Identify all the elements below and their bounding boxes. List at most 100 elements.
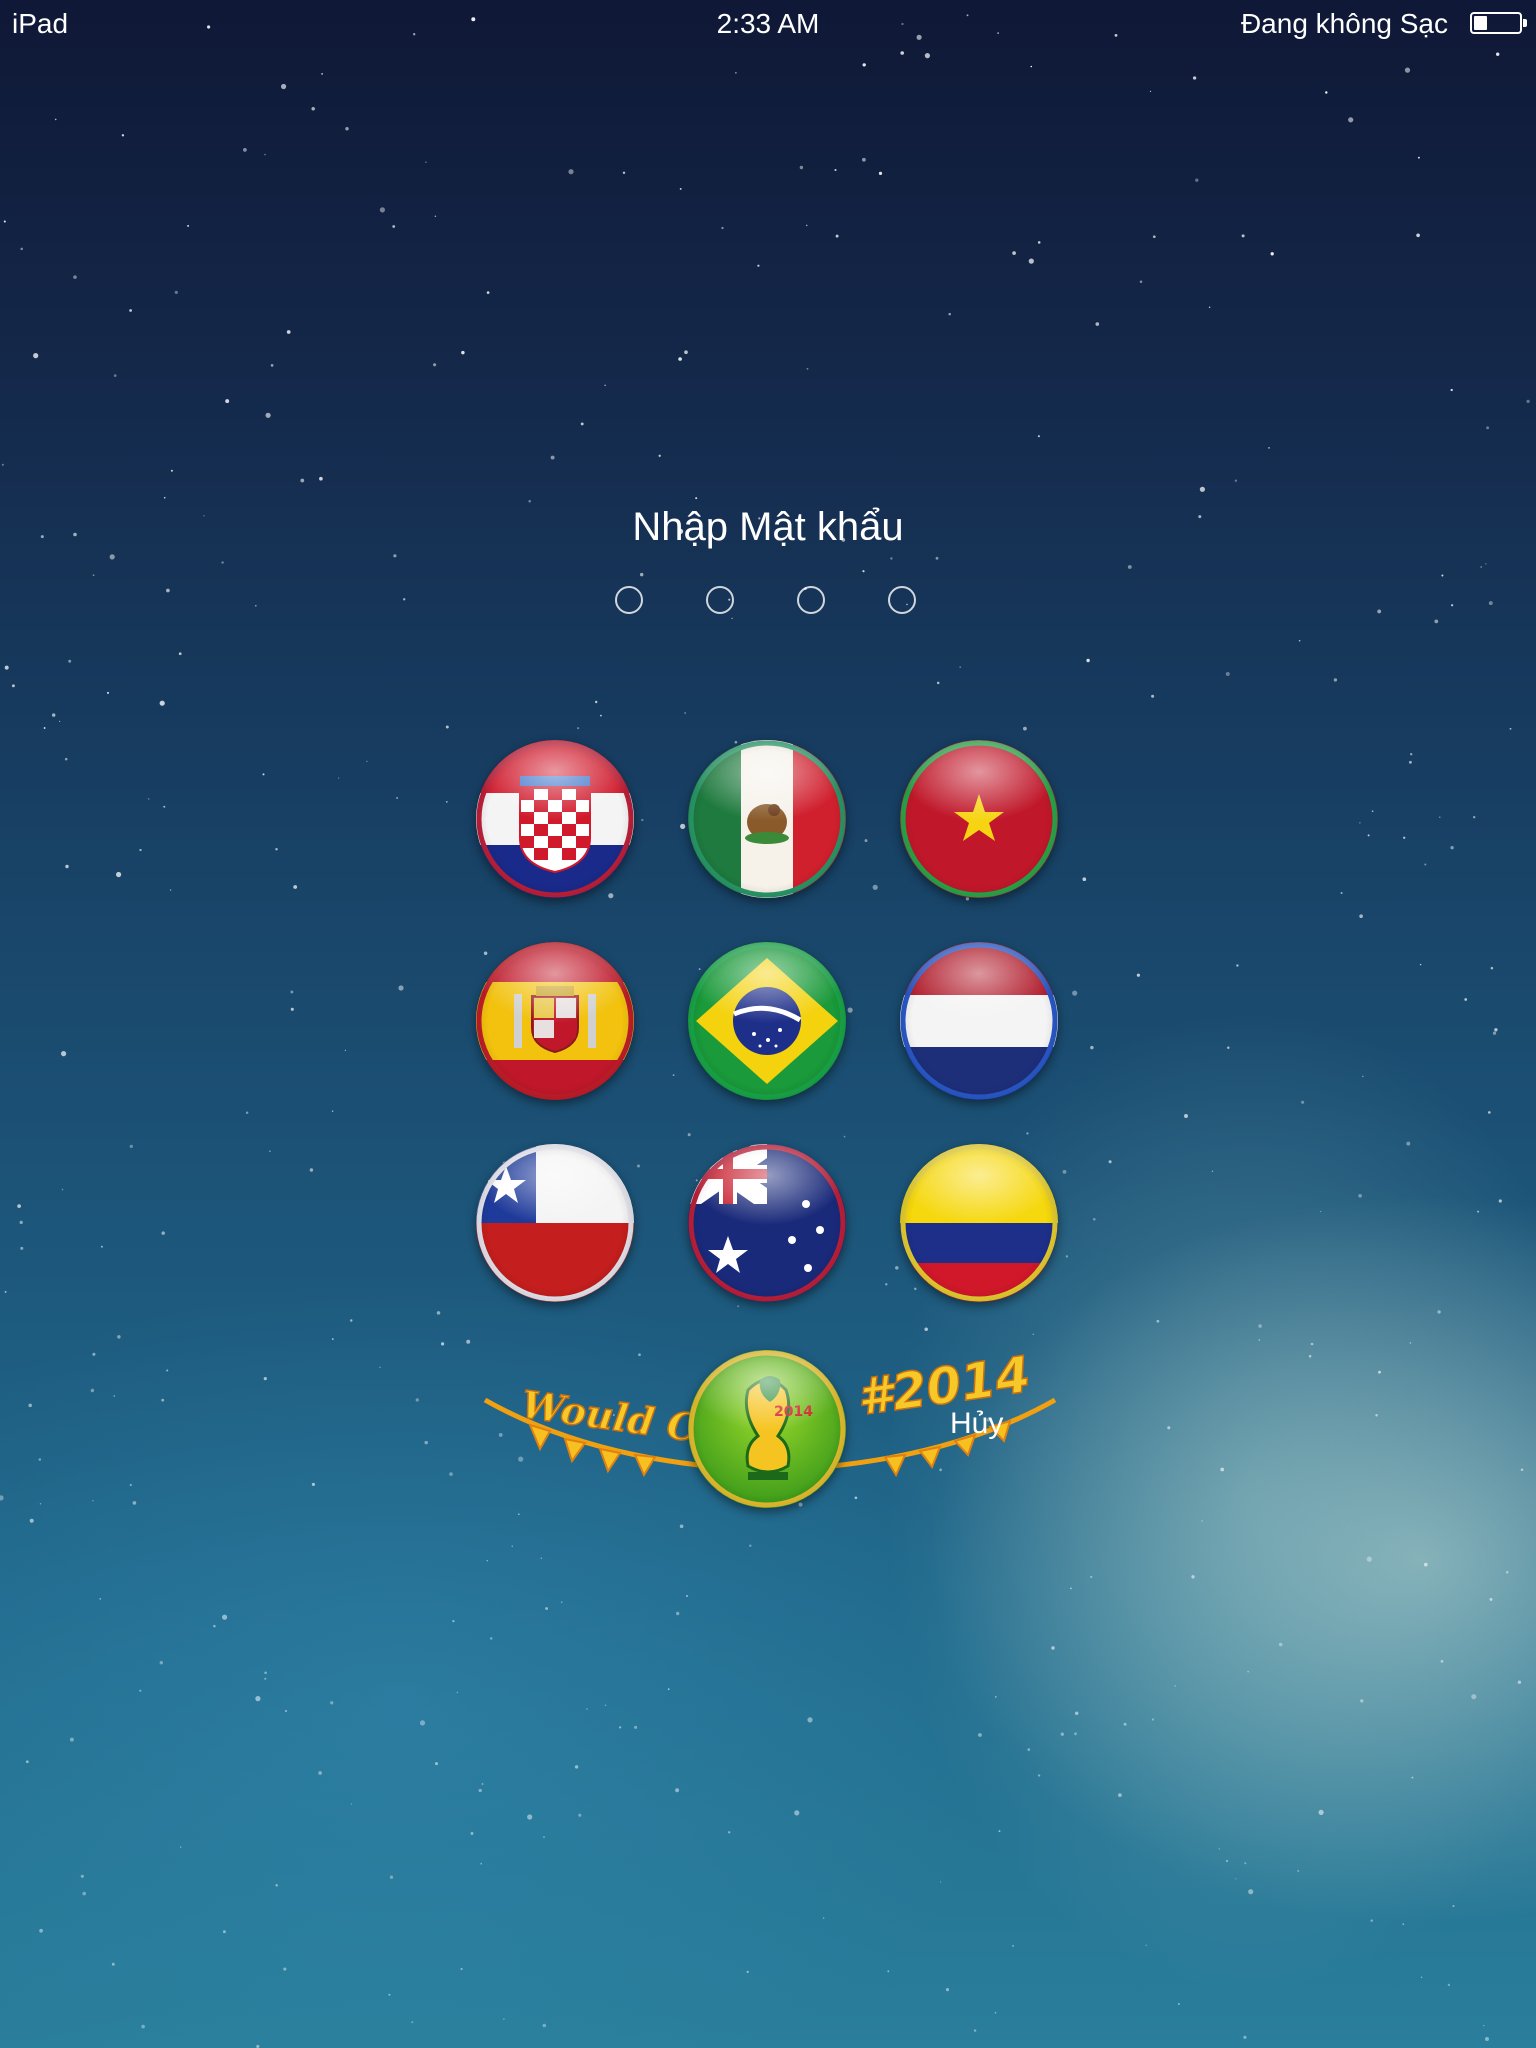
star [540, 1557, 543, 1559]
star [419, 1720, 426, 1726]
star [994, 1696, 997, 1698]
key-5-brazil-flag[interactable] [688, 942, 846, 1100]
star [425, 161, 427, 163]
key-0-world-cup-logo[interactable]: 2014 [688, 1350, 846, 1508]
star [1434, 619, 1439, 624]
key-6-netherlands-flag[interactable] [900, 942, 1058, 1100]
star [113, 374, 117, 377]
star [379, 207, 385, 213]
star [872, 884, 878, 890]
star [4, 1290, 7, 1293]
star [1037, 241, 1041, 244]
passcode-dot [797, 586, 825, 614]
star [309, 1168, 314, 1172]
star [132, 1501, 137, 1505]
passcode-dots [615, 586, 921, 618]
star [90, 1388, 95, 1393]
star [393, 554, 397, 558]
star [161, 1398, 165, 1402]
star [3, 220, 6, 223]
star [1419, 963, 1422, 966]
star [1174, 1685, 1177, 1687]
star [1258, 1339, 1261, 1341]
cancel-button[interactable]: Hủy [950, 1407, 1003, 1441]
star [179, 1846, 182, 1848]
star [392, 225, 396, 228]
star [1027, 1748, 1031, 1751]
star [1227, 1046, 1230, 1049]
key-8-australia-flag[interactable] [688, 1144, 846, 1302]
key-2-mexico-flag[interactable] [688, 740, 846, 898]
star [1093, 1218, 1096, 1221]
star [1404, 67, 1411, 73]
star [58, 720, 61, 723]
star [1258, 1324, 1262, 1328]
star [139, 848, 142, 852]
star [39, 1928, 43, 1933]
world-cup-emblem-year: 2014 [774, 1404, 813, 1420]
star [973, 2029, 977, 2032]
star [1310, 1342, 1314, 1346]
star [543, 1836, 545, 1838]
star [1409, 1342, 1412, 1344]
star [1301, 1100, 1305, 1104]
star [634, 1725, 638, 1729]
star [680, 823, 686, 830]
star [275, 848, 278, 851]
star [1418, 156, 1420, 159]
star [887, 1970, 890, 1973]
star [163, 496, 166, 499]
star [577, 727, 580, 730]
star [254, 604, 257, 607]
star [1225, 672, 1230, 676]
star [82, 1891, 86, 1896]
star [1184, 1114, 1188, 1118]
star [141, 2024, 145, 2029]
star [639, 572, 644, 577]
star [61, 1051, 67, 1057]
star [528, 499, 531, 503]
star [1072, 990, 1078, 996]
star [1509, 727, 1512, 730]
key-7-chile-flag[interactable] [476, 1144, 634, 1302]
star [1505, 1571, 1509, 1574]
star [737, 1305, 739, 1307]
star [100, 1245, 103, 1248]
star [847, 1007, 853, 1013]
star [806, 367, 809, 370]
star [61, 1188, 64, 1191]
star [434, 1762, 439, 1766]
star [480, 1862, 483, 1865]
passcode-prompt: Nhập Mật khẩu [632, 505, 904, 549]
star [33, 353, 39, 359]
star [604, 384, 606, 386]
star [1118, 1793, 1122, 1797]
star [1151, 1718, 1155, 1721]
star [527, 1814, 533, 1820]
star [1494, 1028, 1498, 1032]
star [595, 700, 598, 704]
star [675, 1788, 680, 1793]
star [578, 1813, 582, 1817]
star [0, 1495, 4, 1501]
star [864, 839, 868, 843]
star [19, 1220, 23, 1225]
star [959, 666, 962, 668]
key-4-spain-flag[interactable] [476, 942, 634, 1100]
star [1074, 1732, 1077, 1736]
star [1208, 306, 1211, 308]
star [1127, 565, 1132, 569]
vietnam-flag-icon [900, 740, 1058, 898]
star [1441, 574, 1444, 577]
star [1037, 435, 1040, 438]
star [486, 291, 490, 294]
star [121, 134, 125, 137]
key-1-croatia-flag[interactable] [476, 740, 634, 898]
key-9-colombia-flag[interactable] [900, 1144, 1058, 1302]
star [1420, 1976, 1423, 1979]
key-3-vietnam-flag[interactable] [900, 740, 1058, 898]
star [678, 357, 682, 361]
star [411, 2021, 414, 2024]
passcode-dot [615, 586, 643, 614]
star [113, 1395, 116, 1397]
